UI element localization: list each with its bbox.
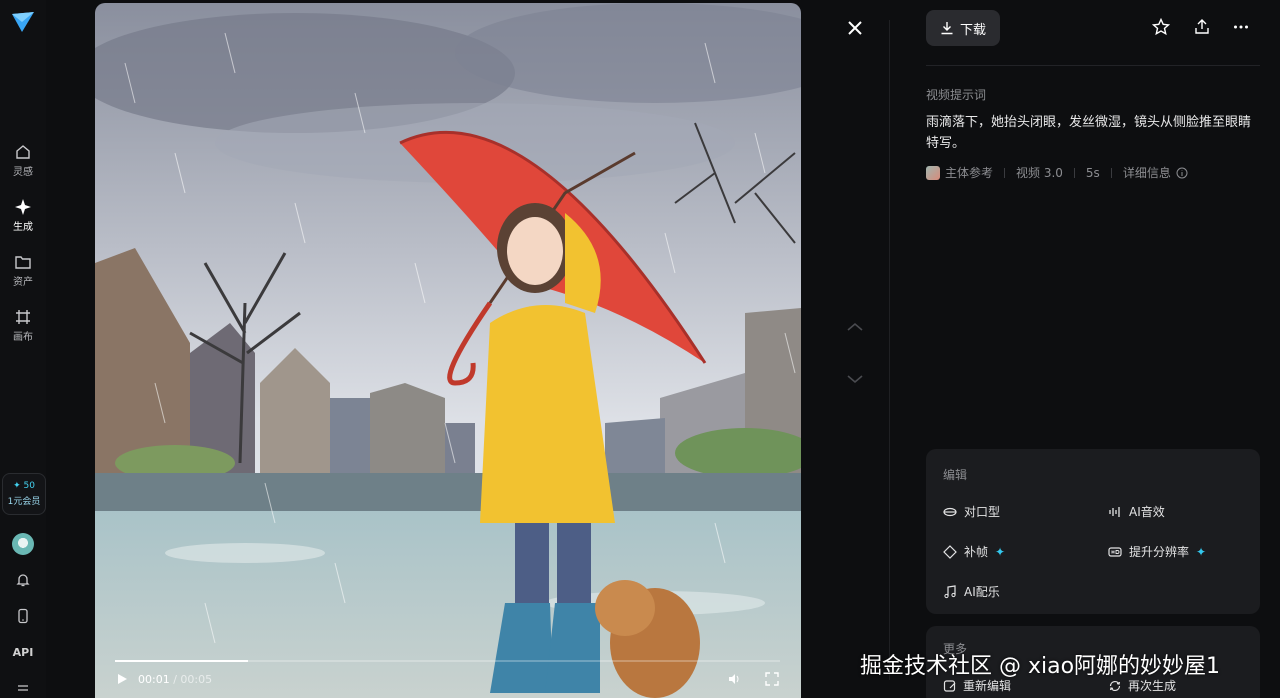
frame-interpolation-button[interactable]: 补帧 ✦	[943, 543, 1005, 560]
tool-label: 提升分辨率	[1129, 545, 1190, 559]
membership-credit-button[interactable]: ✦ 50 1元会员	[2, 473, 46, 515]
current-time: 00:01	[138, 673, 170, 686]
canvas-icon	[16, 310, 30, 324]
volume-icon[interactable]	[727, 672, 741, 686]
duration: / 00:05	[173, 673, 213, 686]
video-player[interactable]: 00:01 / 00:05	[95, 3, 801, 698]
chevron-down-icon[interactable]	[845, 372, 865, 386]
nav-item-label: 灵感	[13, 167, 33, 178]
app: 灵感 生成 资产 画布 ✦ 50 1元会员 API 00:01 / 00:05 …	[0, 0, 1280, 698]
menu-button[interactable]	[13, 680, 33, 698]
home-icon	[16, 145, 30, 159]
tool-label: AI音效	[1129, 505, 1165, 519]
music-icon	[944, 584, 956, 598]
reference-label: 主体参考	[945, 166, 994, 180]
reference-thumbnail	[926, 165, 940, 180]
lip-sync-button[interactable]: 对口型	[943, 503, 1000, 520]
model-label: 视频 3.0	[1016, 166, 1063, 180]
nav-item-generate[interactable]: 生成	[0, 198, 46, 242]
progress-bar[interactable]	[115, 660, 780, 662]
detail-panel: 下载 视频提示词 雨滴落下，她抬头闭眼，发丝微湿，镜头从侧脸推至眼睛特写。 主体…	[910, 0, 1280, 698]
edit-card: 编辑 对口型 AI音效 补帧 ✦ 提升分辨率 ✦ AI配乐	[926, 449, 1260, 614]
audio-wave-icon	[1109, 506, 1120, 517]
meta-separator	[1110, 167, 1112, 178]
nav-item-label: 画布	[13, 332, 33, 343]
watermark-text: 掘金技术社区 @ xiao阿娜的妙妙屋1	[860, 654, 1221, 679]
notification-button[interactable]	[13, 570, 33, 590]
mobile-app-button[interactable]	[13, 606, 33, 626]
progress-fill	[115, 660, 248, 662]
api-link[interactable]: API	[0, 646, 46, 659]
close-icon[interactable]	[845, 18, 865, 38]
share-icon[interactable]	[1193, 18, 1211, 36]
play-icon[interactable]	[115, 672, 129, 686]
more-options-icon[interactable]	[1232, 18, 1250, 36]
video-frame-illustration	[95, 3, 801, 698]
menu-icon	[18, 685, 28, 691]
avatar[interactable]	[12, 533, 34, 555]
info-icon[interactable]	[1176, 167, 1188, 179]
panel-divider	[889, 20, 890, 680]
ai-music-button[interactable]: AI配乐	[943, 583, 1000, 600]
player-controls: 00:01 / 00:05	[95, 650, 801, 698]
nav-item-label: 生成	[13, 222, 33, 233]
star-icon[interactable]	[1152, 18, 1170, 36]
prompt-text: 雨滴落下，她抬头闭眼，发丝微湿，镜头从侧脸推至眼睛特写。	[926, 115, 1252, 151]
meta-separator	[1073, 167, 1075, 178]
folder-icon	[15, 256, 31, 269]
download-icon	[941, 22, 953, 35]
edit-title: 编辑	[943, 468, 968, 482]
fullscreen-icon[interactable]	[765, 672, 779, 686]
download-label: 下载	[959, 22, 986, 38]
nav-item-label: 资产	[13, 277, 33, 288]
credit-count: ✦ 50	[13, 481, 35, 491]
sparkle-icon	[15, 199, 31, 215]
nav-item-canvas[interactable]: 画布	[0, 308, 46, 352]
nav-item-inspiration[interactable]: 灵感	[0, 143, 46, 187]
generation-meta: 主体参考 视频 3.0 5s 详细信息	[926, 164, 1188, 181]
lips-icon	[943, 507, 957, 516]
membership-label: 1元会员	[7, 497, 41, 507]
left-nav: 灵感 生成 资产 画布 ✦ 50 1元会员 API	[0, 0, 46, 698]
meta-separator	[1004, 167, 1006, 178]
phone-icon	[18, 608, 28, 624]
prompt-label: 视频提示词	[926, 88, 987, 102]
download-button[interactable]: 下载	[926, 10, 1000, 46]
hd-icon	[1108, 546, 1122, 557]
nav-item-assets[interactable]: 资产	[0, 253, 46, 297]
tool-label: 补帧	[964, 545, 989, 559]
refresh-icon	[1109, 680, 1121, 691]
chevron-up-icon[interactable]	[845, 320, 865, 334]
header-divider	[926, 65, 1260, 66]
tool-label: AI配乐	[964, 585, 1000, 599]
credit-value: 50	[23, 481, 35, 491]
sparkle-badge-icon: ✦	[995, 544, 1006, 559]
upscale-resolution-button[interactable]: 提升分辨率 ✦	[1108, 543, 1206, 560]
tool-label: 对口型	[964, 505, 1001, 519]
details-link[interactable]: 详细信息	[1123, 164, 1171, 181]
sparkle-badge-icon: ✦	[1196, 544, 1207, 559]
frame-icon	[943, 544, 957, 559]
time-display: 00:01 / 00:05	[138, 673, 212, 686]
length-label: 5s	[1085, 165, 1100, 180]
ai-sound-effect-button[interactable]: AI音效	[1108, 503, 1165, 520]
bell-icon	[16, 574, 30, 587]
edit-icon	[943, 679, 956, 692]
app-logo-icon[interactable]	[10, 10, 36, 34]
